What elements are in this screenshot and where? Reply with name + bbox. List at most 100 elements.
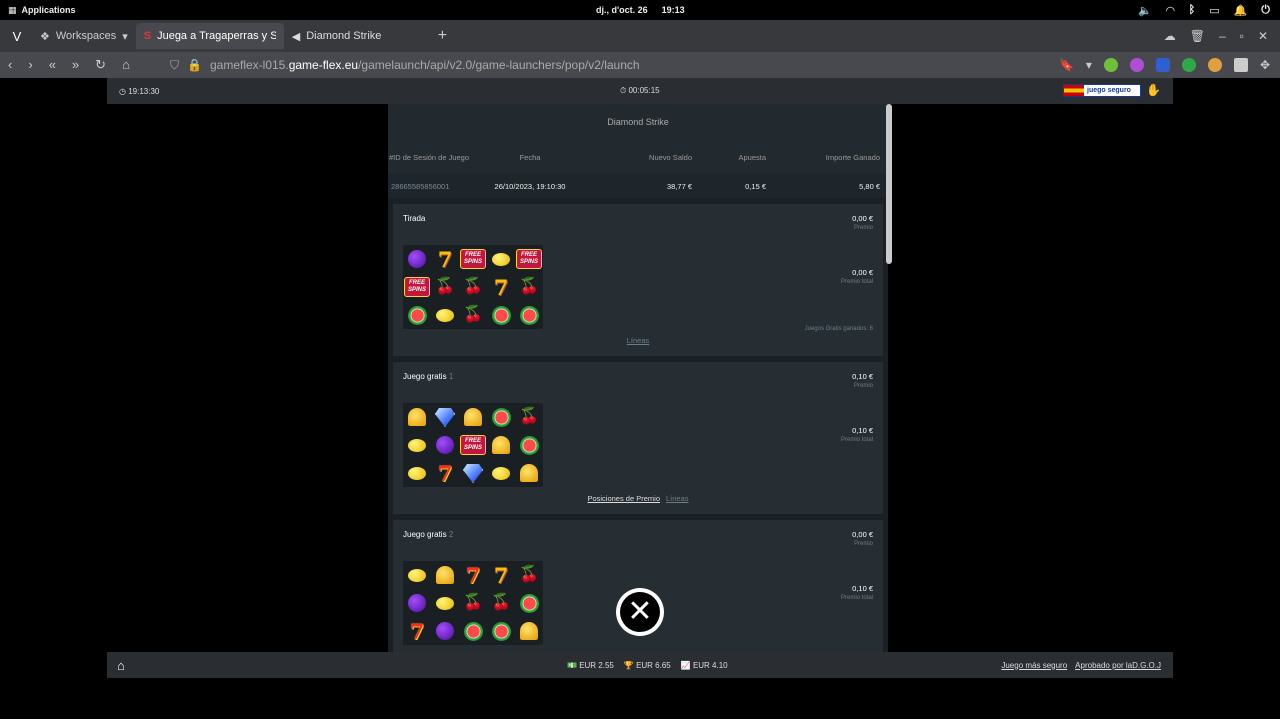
chevron-down-icon: ▾ — [122, 30, 128, 43]
workspaces-button[interactable]: ❖ Workspaces ▾ — [40, 30, 128, 43]
melon-icon — [487, 403, 515, 431]
lemon-icon — [403, 431, 431, 459]
bell-icon — [459, 403, 487, 431]
won-stat: 🏆 EUR 6.65 — [623, 660, 671, 670]
layers-icon: ❖ — [40, 30, 50, 43]
table-header: #ID de Sesión de Juego Fecha Nuevo Saldo… — [388, 140, 888, 174]
maximize-icon[interactable]: ▫ — [1240, 29, 1244, 43]
bluetooth-icon[interactable]: ᛒ — [1189, 4, 1196, 17]
melon-icon — [515, 431, 543, 459]
plum-icon — [403, 245, 431, 273]
cherry-icon: 🍒 — [463, 306, 483, 323]
new-tab-button[interactable]: + — [438, 27, 447, 45]
session-stats: 💵 EUR 2.55 🏆 EUR 6.65 📈 EUR 4.10 — [567, 661, 728, 670]
reload-icon[interactable]: ↻ — [95, 57, 106, 73]
spain-flag-icon — [1064, 85, 1084, 96]
os-top-bar: ▦ Applications dj., d'oct. 26 19:13 🔈 ◠ … — [0, 0, 1280, 20]
bell-icon — [431, 561, 459, 589]
chevron-down-icon[interactable]: ▾ — [1086, 58, 1092, 72]
home-icon[interactable]: ⌂ — [122, 57, 130, 73]
tab-juega-tragaperras[interactable]: S Juega a Tragaperras y Sl... — [135, 23, 284, 49]
forward-icon[interactable]: › — [28, 57, 32, 73]
seven-gold-icon: 7 — [493, 562, 509, 588]
battery-icon[interactable]: ▭ — [1209, 4, 1219, 17]
row-balance: 38,77 € — [666, 181, 692, 191]
notification-icon[interactable]: 🔔 — [1234, 4, 1248, 17]
close-modal-button[interactable]: ✕ — [616, 588, 664, 636]
plum-icon — [431, 431, 459, 459]
dgoj-link[interactable]: Aprobado por laD.G.O.J — [1075, 661, 1161, 670]
melon-icon — [487, 301, 515, 329]
prize-positions-link[interactable]: Posiciones de Premio — [587, 494, 660, 503]
fast-forward-icon[interactable]: » — [72, 57, 79, 73]
free-games-won: Juegos Gratis ganados: 6 — [804, 326, 873, 332]
safer-gaming-link[interactable]: Juego más seguro — [1001, 661, 1067, 670]
bookmark-icon[interactable]: 🔖 — [1059, 58, 1074, 72]
power-icon[interactable]: ⏻ — [1261, 4, 1270, 17]
diamond-icon — [431, 403, 459, 431]
wifi-icon[interactable]: ◠ — [1166, 4, 1174, 17]
rewind-icon[interactable]: « — [49, 57, 56, 73]
section-name: Tirada — [403, 214, 426, 223]
puzzle-icon[interactable]: ✥ — [1260, 58, 1270, 72]
cherry-icon: 🍒 — [519, 278, 539, 295]
minimize-icon[interactable]: – — [1219, 29, 1226, 43]
lemon-icon — [487, 459, 515, 487]
melon-icon — [515, 301, 543, 329]
stop-hand-icon[interactable]: ✋ — [1146, 83, 1161, 97]
extension-icon[interactable] — [1129, 58, 1144, 72]
home-icon[interactable]: ⌂ — [117, 658, 125, 673]
section-total: 0,10 € Premio total — [840, 426, 873, 443]
footer-links: Juego más seguro Aprobado por laD.G.O.J — [1001, 661, 1161, 670]
lemon-icon — [431, 301, 459, 329]
reel-grid: 🍒 FREE SPINS 7 — [403, 403, 543, 487]
extension-icon[interactable] — [1155, 58, 1170, 72]
cherry-icon: 🍒 — [463, 594, 483, 611]
vivaldi-menu-icon[interactable]: V — [6, 25, 28, 47]
seven-icon: 7 — [409, 618, 425, 644]
extension-icon[interactable] — [1207, 58, 1222, 72]
col-balance: Nuevo Saldo — [649, 152, 692, 162]
lemon-icon — [403, 459, 431, 487]
volume-icon[interactable]: 🔈 — [1138, 4, 1152, 17]
table-row: 28665585856001 26/10/2023, 19:10:30 38,7… — [388, 174, 888, 198]
cherry-icon: 🍒 — [435, 278, 455, 295]
workspaces-label: Workspaces — [55, 30, 117, 42]
section-prize: 0,00 € Premio — [852, 214, 873, 231]
spin-section: Juego gratis 1 0,10 € Premio 0,10 € Premio t… — [393, 362, 883, 514]
extensions-bar: 🔖 ▾ ✥ — [1059, 58, 1270, 72]
free-icon: FREE SPINS — [515, 245, 543, 273]
section-name: Juego gratis 1 — [403, 372, 454, 381]
nav-buttons: ‹ › « » ↻ ⌂ — [8, 57, 130, 73]
extension-icon[interactable] — [1181, 58, 1196, 72]
juego-seguro-badge[interactable]: juego seguro — [1063, 84, 1141, 97]
os-time: 19:13 — [661, 5, 685, 15]
cloud-icon[interactable]: ☁ — [1164, 29, 1176, 43]
net-stat: 📈 EUR 4.10 — [680, 660, 728, 670]
url-field[interactable]: ⛉ 🔒 gameflex-l015.game-flex.eu/gamelaunc… — [170, 54, 1080, 76]
row-bet: 0,15 € — [745, 181, 766, 191]
melon-icon — [515, 589, 543, 617]
close-icon[interactable]: ✕ — [1258, 29, 1268, 43]
lines-link[interactable]: Líneas — [666, 494, 689, 503]
tab-title: Juega a Tragaperras y Sl... — [157, 30, 276, 42]
tab-diamond-strike[interactable]: ◀ Diamond Strike — [284, 23, 432, 49]
extension-icon[interactable] — [1103, 58, 1118, 72]
trash-icon[interactable]: 🗑 — [1190, 29, 1205, 43]
elapsed-timer: ⏱ 00:05:15 — [620, 86, 660, 95]
applications-menu[interactable]: ▦ Applications — [8, 5, 76, 16]
lemon-icon — [403, 561, 431, 589]
os-clock[interactable]: dj., d'oct. 26 19:13 — [596, 5, 685, 15]
back-icon[interactable]: ‹ — [8, 57, 12, 73]
close-icon: ✕ — [620, 592, 660, 632]
col-date: Fecha — [519, 152, 541, 162]
browser-tab-bar: V ❖ Workspaces ▾ S Juega a Tragaperras y… — [0, 20, 1280, 52]
cherry-icon: 🍒 — [491, 594, 511, 611]
history-panel: Diamond Strike #ID de Sesión de Juego Fe… — [388, 104, 888, 652]
site-favicon-icon: S — [143, 30, 152, 42]
extension-icon[interactable] — [1233, 58, 1248, 72]
scrollbar[interactable] — [886, 104, 892, 264]
lines-link[interactable]: Líneas — [627, 336, 650, 345]
cherry-icon: 🍒 — [519, 408, 539, 425]
section-total: 0,10 € Premio total — [840, 584, 873, 601]
